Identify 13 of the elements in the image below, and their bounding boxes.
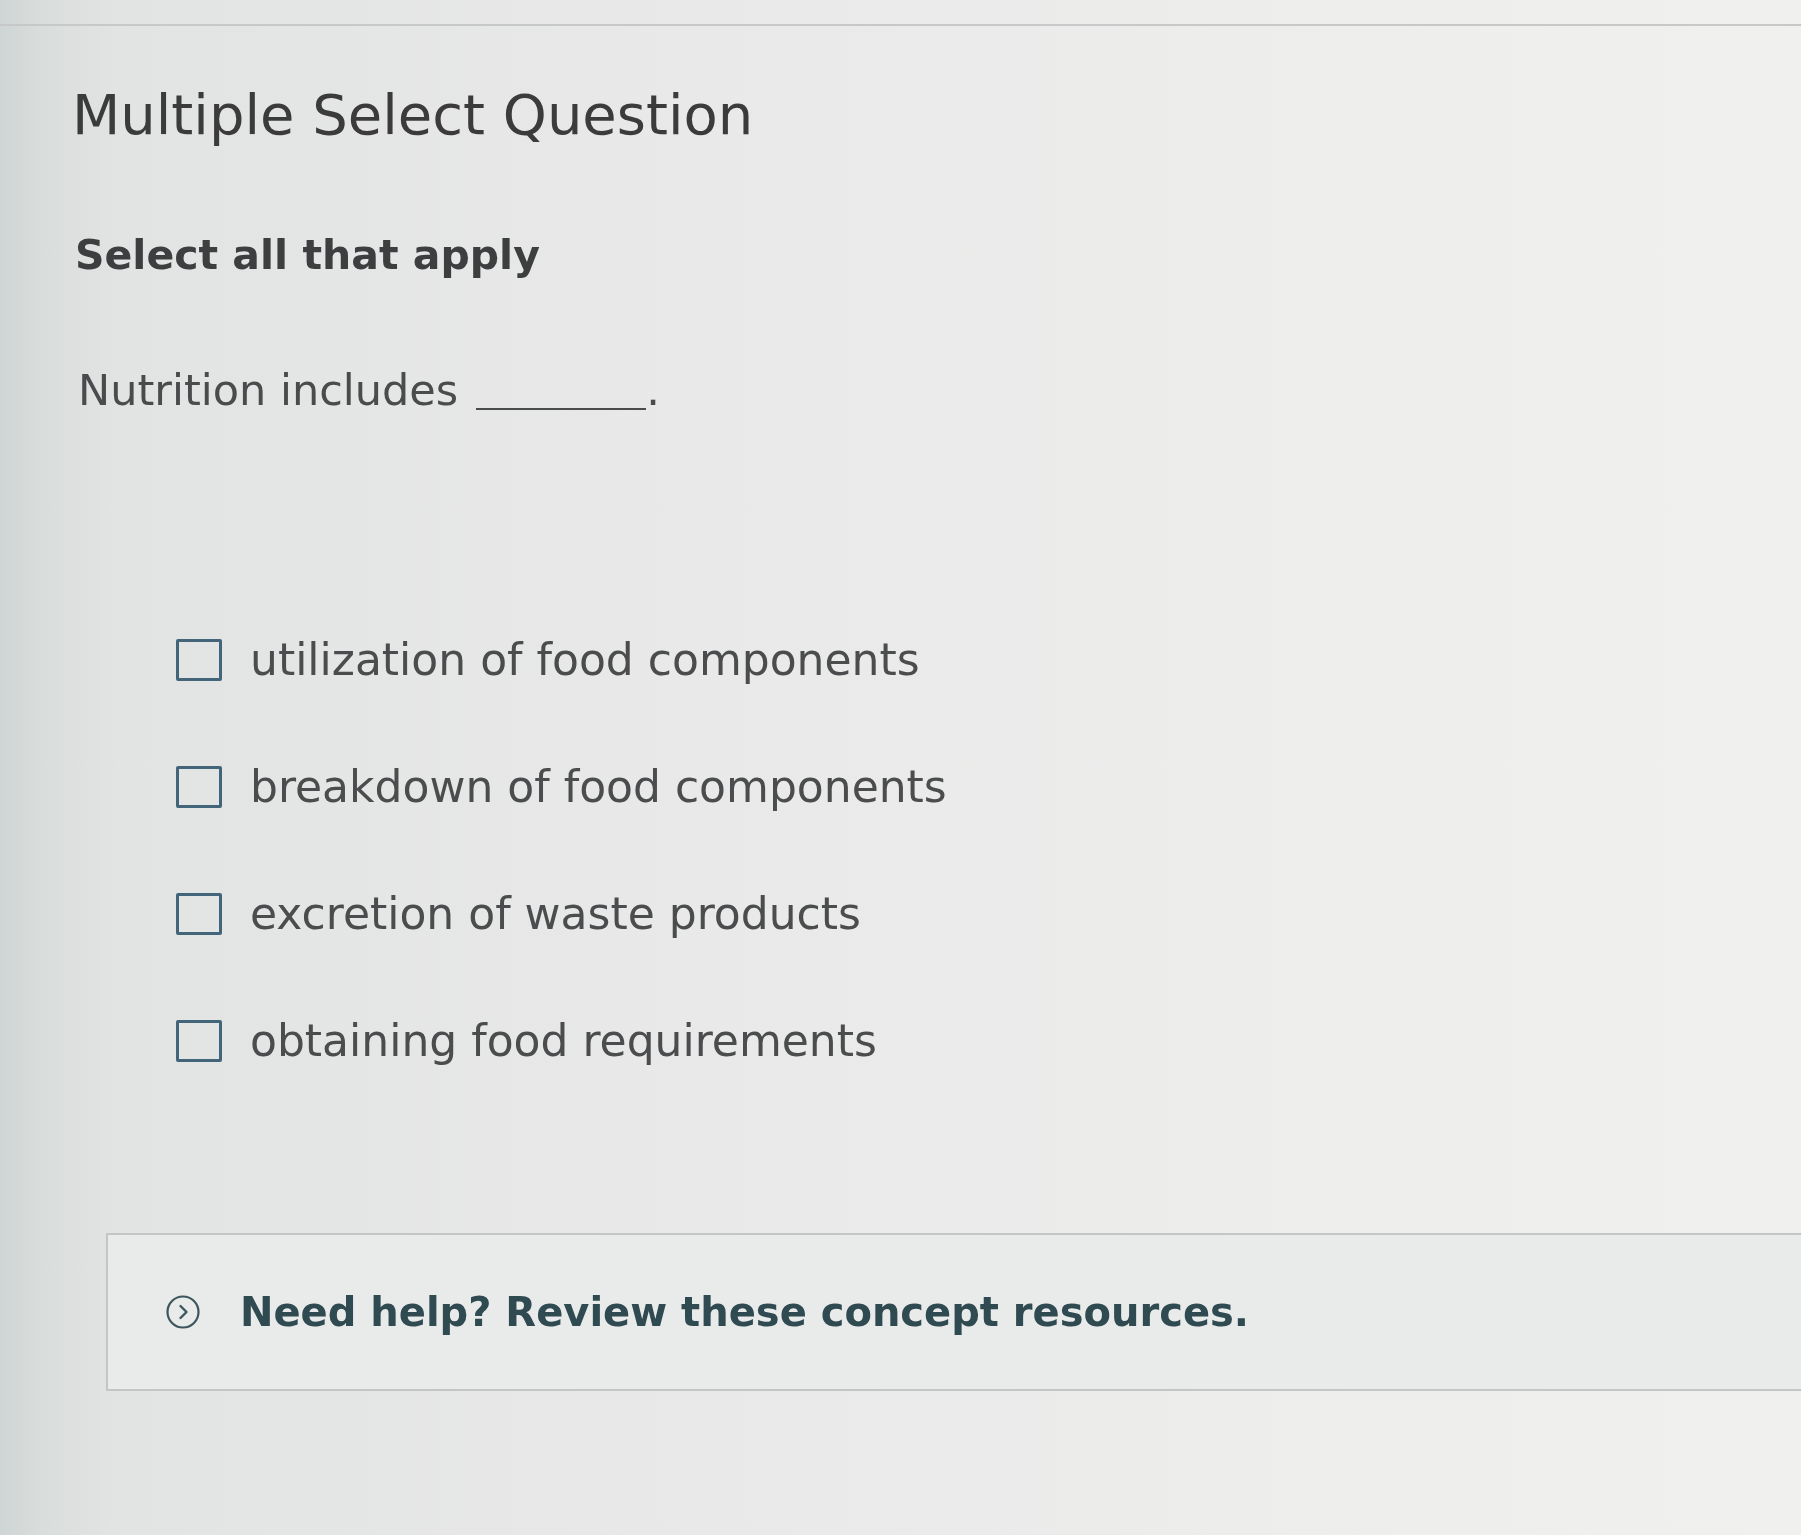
option-label[interactable]: excretion of waste products [250, 890, 861, 938]
help-toggle[interactable]: Need help? Review these concept resources. [106, 1233, 1801, 1391]
instruction-text: Select all that apply [75, 231, 540, 279]
option-label[interactable]: obtaining food requirements [250, 1017, 877, 1065]
option-label[interactable]: breakdown of food components [250, 763, 947, 811]
option-label[interactable]: utilization of food components [250, 636, 920, 684]
checkbox[interactable] [176, 766, 222, 808]
question-type-title: Multiple Select Question [72, 83, 754, 147]
question-punctuation: . [646, 366, 660, 414]
checkbox[interactable] [176, 639, 222, 681]
checkbox[interactable] [176, 893, 222, 935]
question-text: Nutrition includes [78, 366, 459, 414]
checkbox[interactable] [176, 1020, 222, 1062]
